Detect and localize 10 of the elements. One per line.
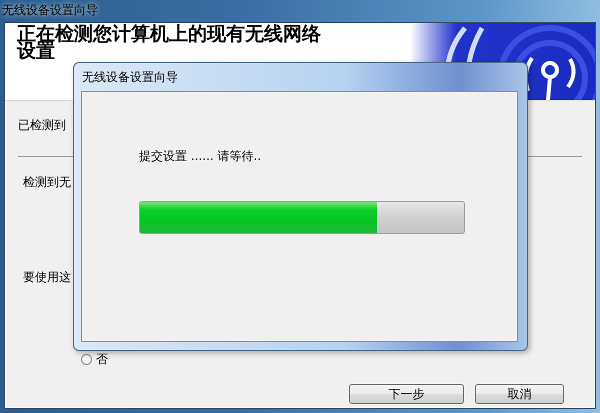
cancel-button[interactable]: 取消 (475, 384, 564, 404)
no-radio[interactable]: 否 (81, 351, 582, 368)
next-button[interactable]: 下一步 (349, 384, 464, 404)
window-title: 无线设备设置向导 (2, 2, 99, 19)
detected-text: 检测到无 (23, 174, 72, 191)
status-message: 提交设置 ...... 请等待.. (139, 148, 262, 165)
question-text: 要使用这 (23, 269, 72, 286)
page-heading: 正在检测您计算机上的现有无线网络设置 (17, 26, 322, 60)
detected-text: 已检测到 (18, 117, 67, 134)
dialog-title: 无线设备设置向导 (81, 69, 179, 86)
